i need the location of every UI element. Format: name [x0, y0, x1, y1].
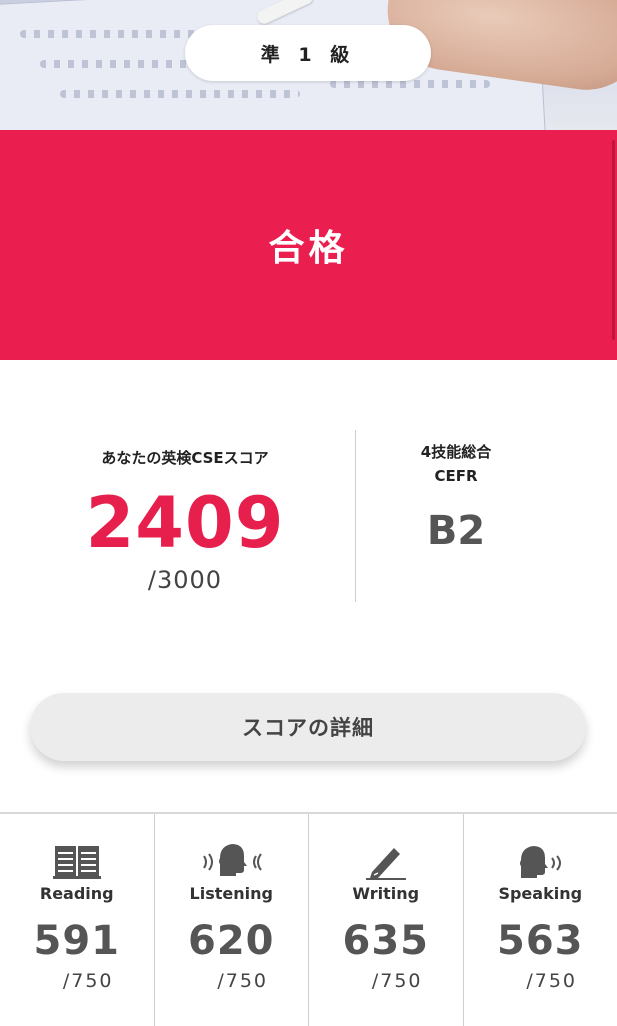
- cse-score-label: あなたの英検CSEスコア: [30, 447, 340, 468]
- cefr-label-line2: CEFR: [356, 464, 556, 488]
- grade-badge: 準 1 級: [185, 25, 431, 81]
- score-detail-button[interactable]: スコアの詳細: [30, 693, 586, 761]
- cefr-value: B2: [356, 508, 556, 554]
- answer-row-decor: [330, 80, 490, 88]
- skill-name: Listening: [155, 884, 309, 903]
- result-text: 合格: [268, 219, 348, 271]
- speaking-head-icon: [464, 836, 617, 880]
- skill-scores-grid: Reading 591 /750 Listening 620 /750 Writ…: [0, 812, 617, 1026]
- cse-score-panel: あなたの英検CSEスコア 2409 /3000: [30, 430, 340, 594]
- scrollbar[interactable]: [612, 140, 615, 340]
- cefr-label-line1: 4技能総合: [356, 440, 556, 464]
- skill-score: 563: [464, 921, 617, 961]
- skill-score-max: /750: [526, 970, 577, 992]
- skill-name: Writing: [309, 884, 463, 903]
- skill-card-writing: Writing 635 /750: [309, 814, 464, 1026]
- skill-score-max: /750: [63, 970, 114, 992]
- skill-name: Speaking: [464, 884, 617, 903]
- pencil-icon: [309, 836, 463, 880]
- result-banner: 合格: [0, 130, 617, 360]
- header-photo: 準 1 級: [0, 0, 617, 130]
- skill-card-listening: Listening 620 /750: [155, 814, 310, 1026]
- skill-score-max: /750: [217, 970, 268, 992]
- skill-score: 635: [309, 921, 463, 961]
- skill-score-max: /750: [372, 970, 423, 992]
- cse-score-value: 2409: [30, 488, 340, 558]
- book-icon: [0, 836, 154, 880]
- cefr-panel: 4技能総合 CEFR B2: [356, 440, 556, 554]
- skill-card-reading: Reading 591 /750: [0, 814, 155, 1026]
- skill-score: 591: [0, 921, 154, 961]
- skill-score: 620: [155, 921, 309, 961]
- skill-card-speaking: Speaking 563 /750: [464, 814, 617, 1026]
- cse-score-max: /3000: [30, 566, 340, 594]
- answer-row-decor: [60, 90, 300, 98]
- listening-head-icon: [155, 836, 309, 880]
- skill-name: Reading: [0, 884, 154, 903]
